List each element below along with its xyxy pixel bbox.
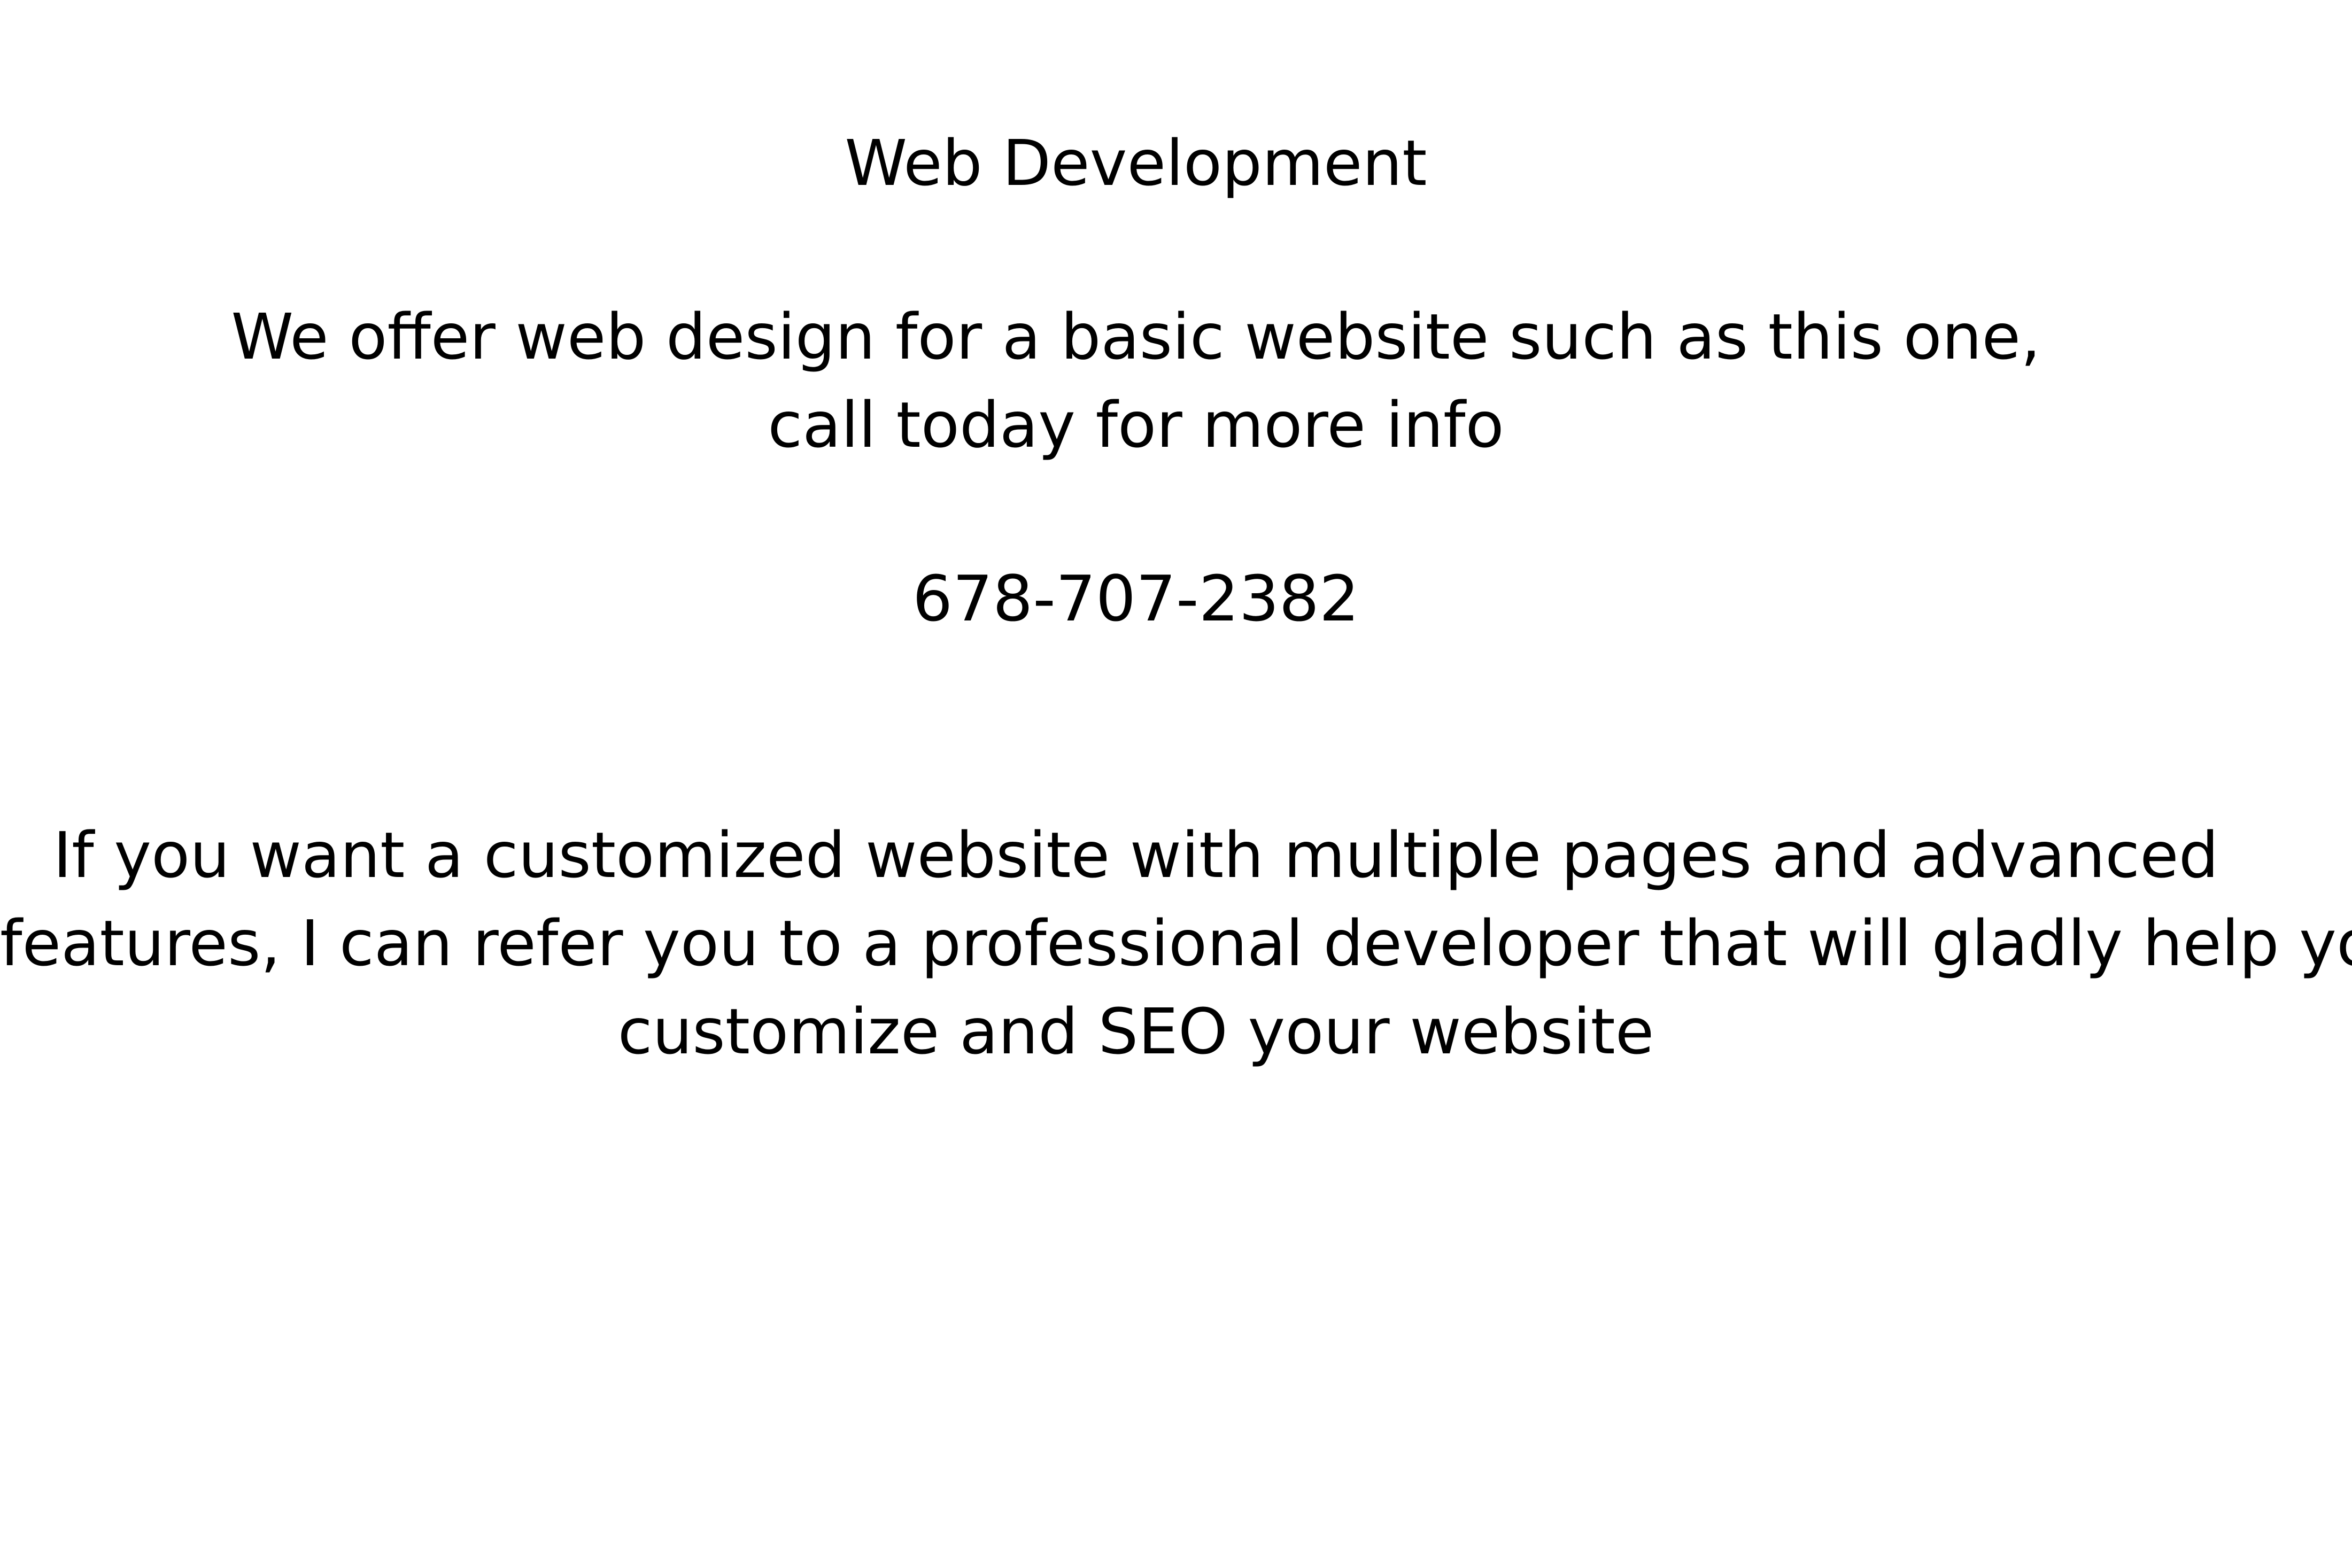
offer-text-line-1: We offer web design for a basic website … [231,300,2041,374]
custom-text-line-1: If you want a customized website with mu… [53,818,2219,892]
custom-text-line-3: customize and SEO your website [617,995,1654,1068]
offer-text-line-2: call today for more info [768,388,1504,462]
custom-text-line-2: features, I can refer you to a professio… [0,906,2352,980]
phone-number: 678-707-2382 [912,562,1359,635]
document-page: Web Development We offer web design for … [0,0,2352,1568]
page-title: Web Development [845,126,1427,200]
